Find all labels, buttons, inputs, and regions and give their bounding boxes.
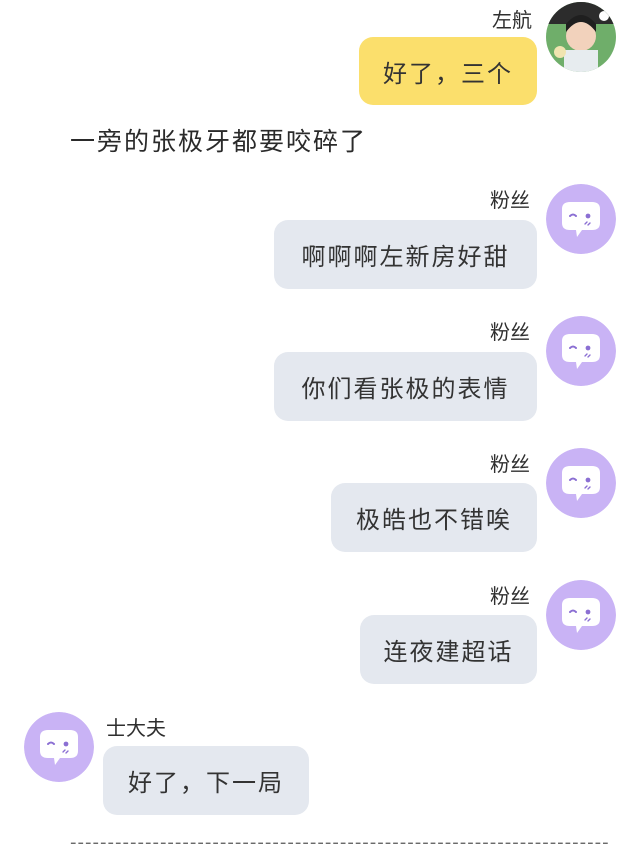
chat-bubble-face-icon (546, 316, 616, 386)
purple-chat-avatar[interactable] (546, 580, 616, 650)
message-bubble: 你们看张极的表情 (274, 352, 537, 421)
sender-name: 粉丝 (490, 584, 530, 608)
purple-chat-avatar[interactable] (546, 448, 616, 518)
chat-bubble-face-icon (24, 712, 94, 782)
chat-bubble-face-icon (546, 580, 616, 650)
sender-name: 粉丝 (490, 452, 530, 476)
sender-name: 粉丝 (490, 188, 530, 212)
purple-chat-avatar[interactable] (24, 712, 94, 782)
message-bubble: 好了，三个 (359, 37, 537, 105)
photo-avatar-icon (546, 2, 616, 72)
message-bubble: 连夜建超话 (360, 615, 537, 684)
sender-name: 士大夫 (106, 716, 166, 740)
chat-bubble-face-icon (546, 448, 616, 518)
sender-name: 粉丝 (490, 320, 530, 344)
purple-chat-avatar[interactable] (546, 184, 616, 254)
message-bubble: 啊啊啊左新房好甜 (274, 220, 537, 289)
narration-text: 一旁的张极牙都要咬碎了 (70, 127, 368, 156)
message-bubble: 极皓也不错唉 (331, 483, 537, 552)
chat-bubble-face-icon (546, 184, 616, 254)
message-bubble: 好了，下一局 (103, 746, 309, 815)
dashed-divider: ----------------------------------------… (70, 832, 610, 846)
sender-name: 左航 (492, 8, 532, 32)
purple-chat-avatar[interactable] (546, 316, 616, 386)
photo-avatar[interactable] (546, 2, 616, 72)
